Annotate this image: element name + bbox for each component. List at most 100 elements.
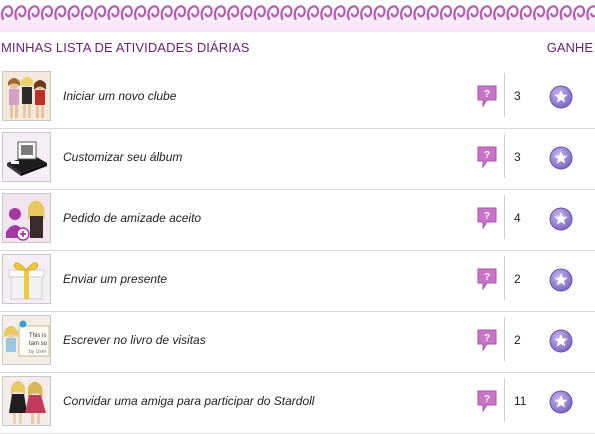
spiral-loop [240,5,253,21]
spiral-loop [94,5,107,21]
spiral-loop [120,5,133,21]
spiral-loop [306,5,320,21]
spiral-loop [173,5,187,21]
spiral-loop [293,5,306,21]
activity-points: 11 [514,394,527,408]
spiral-loop [373,5,386,21]
activity-row: This is tam so by User Escrever no livro… [0,311,595,373]
thumb-text-line: by User [29,349,47,355]
spiral-loop [147,5,160,21]
svg-text:?: ? [484,333,490,344]
help-question-icon[interactable]: ? [477,390,497,412]
notebook-spiral-band [0,0,595,32]
help-question-icon[interactable]: ? [477,268,497,290]
column-divider [504,378,505,422]
help-question-icon[interactable]: ? [477,146,497,168]
spiral-loop [466,5,479,21]
spiral-loop [346,5,360,21]
activity-label: Convidar uma amiga para participar do St… [63,394,315,408]
svg-text:?: ? [484,211,490,222]
spiral-loop [67,5,80,21]
thumb-text-line: This is [29,333,46,339]
spiral-loop [479,5,493,21]
spiral-loop [586,5,595,21]
activity-points: 2 [514,272,521,286]
spiral-loop [213,5,227,21]
album-thumbnail [2,132,51,182]
activity-points: 3 [514,89,521,103]
spiral-loop [400,5,413,21]
earn-column-header: GANHE [546,40,593,55]
spiral-loop [187,5,200,21]
gift-thumbnail [2,254,51,304]
spiral-loop [160,5,173,21]
spiral-loop [559,5,572,21]
activity-row: Customizar seu álbum ? 3 [0,128,595,190]
column-divider [504,195,505,239]
spiral-loop [386,5,399,21]
invite-friend-thumbnail [2,376,51,426]
star-points-icon[interactable] [549,329,573,353]
spiral-loop [360,5,373,21]
spiral-loop [200,5,213,21]
spiral-binding-icon [1,5,595,21]
star-points-icon[interactable] [549,390,573,414]
friend-request-thumbnail [2,193,51,243]
thumb-text-line: tam so [29,341,48,347]
activity-label: Iniciar um novo clube [63,89,177,103]
spiral-loop [80,5,94,21]
list-header: MINHAS LISTA DE ATIVIDADES DIÁRIAS GANHE [0,38,595,58]
spiral-loop [134,5,147,21]
page-title: MINHAS LISTA DE ATIVIDADES DIÁRIAS [1,40,250,55]
spiral-loop [267,5,280,21]
column-divider [504,256,505,300]
activity-row: Iniciar um novo clube ? 3 [0,67,595,129]
svg-text:?: ? [484,272,490,283]
spiral-loop [506,5,519,21]
spiral-loop [14,5,27,21]
column-divider [504,317,505,361]
column-divider [504,73,505,117]
activity-row: Enviar um presente ? 2 [0,250,595,312]
spiral-loop [546,5,559,21]
activity-label: Escrever no livro de visitas [63,333,206,347]
help-question-icon[interactable]: ? [477,329,497,351]
svg-text:?: ? [484,394,490,405]
spiral-loop [493,5,506,21]
spiral-loop [320,5,333,21]
spiral-loop [426,5,439,21]
svg-text:?: ? [484,89,490,100]
help-question-icon[interactable]: ? [477,85,497,107]
spiral-loop [572,5,586,21]
spiral-loop [333,5,346,21]
activity-row: Pedido de amizade aceito ? 4 [0,189,595,251]
activity-label: Customizar seu álbum [63,150,183,164]
star-points-icon[interactable] [549,268,573,292]
guestbook-thumbnail: This is tam so by User [2,315,51,365]
spiral-loop [280,5,293,21]
activity-label: Pedido de amizade aceito [63,211,202,225]
spiral-loop [253,5,266,21]
star-points-icon[interactable] [549,207,573,231]
activity-points: 2 [514,333,521,347]
star-points-icon[interactable] [549,146,573,170]
spiral-loop [40,5,54,21]
spiral-loop [453,5,466,21]
spiral-loop [54,5,67,21]
star-points-icon[interactable] [549,85,573,109]
spiral-loop [1,5,14,21]
spiral-loop [227,5,240,21]
help-question-icon[interactable]: ? [477,207,497,229]
spiral-loop [27,5,40,21]
club-dolls-thumbnail [2,71,51,121]
spiral-loop [439,5,453,21]
activity-label: Enviar um presente [63,272,168,286]
activity-row: Convidar uma amiga para participar do St… [0,372,595,434]
column-divider [504,134,505,178]
activity-points: 3 [514,150,521,164]
spiral-loop [107,5,120,21]
activity-points: 4 [514,211,521,225]
spiral-loop [519,5,532,21]
spiral-loop [413,5,426,21]
svg-text:?: ? [484,150,490,161]
